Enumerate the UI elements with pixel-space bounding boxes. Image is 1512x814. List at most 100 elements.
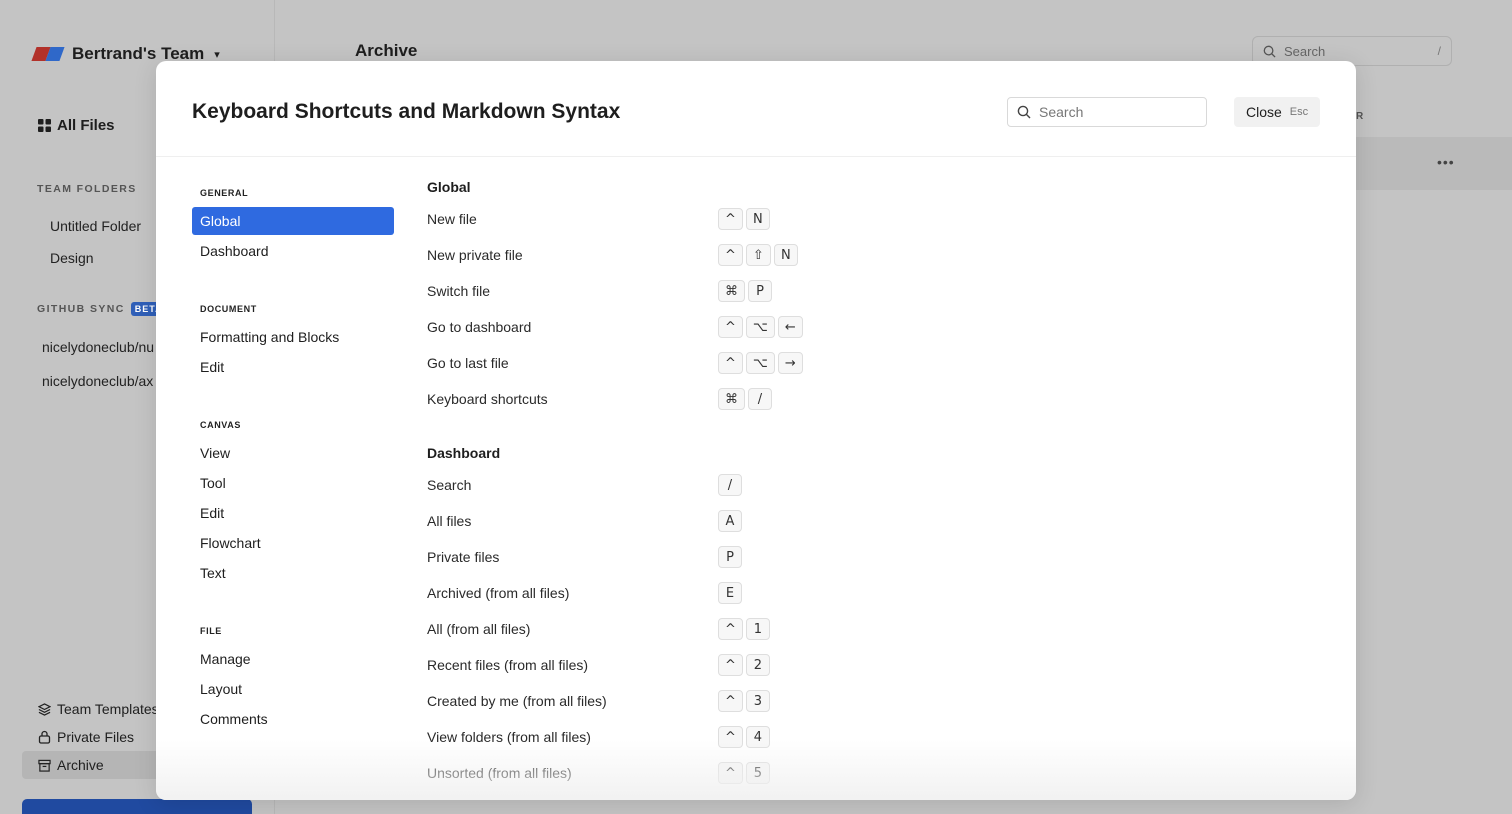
sidebar-item-label: Team Templates bbox=[57, 701, 159, 717]
sidebar-item-archive[interactable]: Archive bbox=[38, 757, 104, 773]
key-cap: ← bbox=[777, 316, 803, 338]
more-options-icon[interactable]: ••• bbox=[1437, 154, 1455, 170]
github-sync-heading: GITHUB SYNC BETA bbox=[37, 302, 167, 316]
shortcut-categories-nav: GENERAL Global Dashboard DOCUMENT Formatting… bbox=[192, 179, 394, 763]
nav-item-canvas-flowchart[interactable]: Flowchart bbox=[192, 529, 394, 557]
nav-item-file-manage[interactable]: Manage bbox=[192, 645, 394, 673]
shortcut-label: Keyboard shortcuts bbox=[427, 391, 548, 407]
lock-icon bbox=[38, 730, 51, 744]
shortcut-row: All (from all files) ^ 1 bbox=[427, 611, 1307, 647]
shortcut-row: Switch file ⌘ P bbox=[427, 273, 1307, 309]
nav-item-document-edit[interactable]: Edit bbox=[192, 353, 394, 381]
nav-item-canvas-view[interactable]: View bbox=[192, 439, 394, 467]
key-cap: 5 bbox=[745, 762, 770, 784]
shortcut-label: Switch file bbox=[427, 283, 491, 299]
section-dashboard: Dashboard Search / All files A Private files P… bbox=[427, 439, 1307, 791]
key-cap: ⌥ bbox=[745, 316, 775, 338]
shortcut-keys: A bbox=[718, 510, 742, 532]
shortcut-label: All (from all files) bbox=[427, 621, 531, 637]
key-cap: ^ bbox=[718, 316, 743, 338]
key-cap: ⌘ bbox=[718, 280, 745, 302]
sidebar-item-label: Archive bbox=[57, 757, 104, 773]
nav-group-general: GENERAL Global Dashboard bbox=[192, 179, 394, 265]
shortcut-keys: ^ 5 bbox=[718, 762, 770, 784]
shortcut-keys: ^ 4 bbox=[718, 726, 770, 748]
shortcut-keys: ^ 3 bbox=[718, 690, 770, 712]
key-cap: N bbox=[773, 244, 798, 266]
nav-item-document-formatting-and-blocks[interactable]: Formatting and Blocks bbox=[192, 323, 394, 351]
shortcut-label: Created by me (from all files) bbox=[427, 693, 607, 709]
section-title: Dashboard bbox=[427, 445, 501, 461]
shortcut-label: Recent files (from all files) bbox=[427, 657, 589, 673]
nav-item-file-comments[interactable]: Comments bbox=[192, 705, 394, 733]
file-row-highlight bbox=[1356, 137, 1512, 190]
sidebar-folder-design[interactable]: Design bbox=[50, 250, 94, 266]
section-title: Global bbox=[427, 179, 471, 195]
sidebar-item-team-templates[interactable]: Team Templates bbox=[38, 701, 159, 717]
sidebar-item-all-files[interactable]: All Files bbox=[38, 117, 115, 134]
key-cap: ⇧ bbox=[745, 244, 771, 266]
nav-item-canvas-tool[interactable]: Tool bbox=[192, 469, 394, 497]
key-cap: 4 bbox=[745, 726, 770, 748]
key-cap: N bbox=[745, 208, 770, 230]
shortcut-keys: ^ 2 bbox=[718, 654, 770, 676]
modal-search-field[interactable] bbox=[1007, 97, 1207, 127]
modal-search-input[interactable] bbox=[1039, 104, 1189, 120]
modal-header: Keyboard Shortcuts and Markdown Syntax C… bbox=[156, 61, 1356, 157]
key-cap: E bbox=[718, 582, 742, 604]
shortcut-keys: ^ ⇧ N bbox=[718, 244, 798, 266]
nav-item-file-layout[interactable]: Layout bbox=[192, 675, 394, 703]
shortcut-label: Unsorted (from all files) bbox=[427, 765, 572, 781]
shortcut-row: Go to dashboard ^ ⌥ ← bbox=[427, 309, 1307, 345]
key-cap: 2 bbox=[745, 654, 770, 676]
modal-title: Keyboard Shortcuts and Markdown Syntax bbox=[192, 100, 621, 123]
key-cap: ^ bbox=[718, 726, 743, 748]
key-cap: ^ bbox=[718, 208, 743, 230]
key-cap: ⌥ bbox=[745, 352, 775, 374]
close-button[interactable]: Close Esc bbox=[1234, 97, 1320, 127]
key-cap: ^ bbox=[718, 244, 743, 266]
shortcut-row: Unsorted (from all files) ^ 5 bbox=[427, 755, 1307, 791]
shortcut-keys: E bbox=[718, 582, 742, 604]
sidebar-repo-1[interactable]: nicelydoneclub/nu bbox=[42, 339, 154, 355]
shortcut-row: Archived (from all files) E bbox=[427, 575, 1307, 611]
nav-item-general-dashboard[interactable]: Dashboard bbox=[192, 237, 394, 265]
search-shortcut-hint: / bbox=[1437, 44, 1441, 58]
page-title: Archive bbox=[355, 41, 418, 60]
key-cap: ^ bbox=[718, 618, 743, 640]
key-cap: ⌘ bbox=[718, 388, 745, 410]
key-cap: ^ bbox=[718, 690, 743, 712]
shortcut-keys: / bbox=[718, 474, 742, 496]
nav-item-general-global[interactable]: Global bbox=[192, 207, 394, 235]
nav-group-document: DOCUMENT Formatting and Blocks Edit bbox=[192, 295, 394, 381]
shortcut-label: Private files bbox=[427, 549, 500, 565]
key-cap: ^ bbox=[718, 352, 743, 374]
key-cap: 1 bbox=[745, 618, 770, 640]
shortcut-row: New private file ^ ⇧ N bbox=[427, 237, 1307, 273]
shortcut-row: View folders (from all files) ^ 4 bbox=[427, 719, 1307, 755]
shortcut-label: Search bbox=[427, 477, 472, 493]
team-logo-icon bbox=[31, 47, 65, 61]
nav-heading: DOCUMENT bbox=[200, 304, 257, 314]
sidebar-item-label: All Files bbox=[57, 117, 115, 134]
shortcut-label: All files bbox=[427, 513, 472, 529]
shortcut-row: Created by me (from all files) ^ 3 bbox=[427, 683, 1307, 719]
sidebar-repo-2[interactable]: nicelydoneclub/ax bbox=[42, 373, 153, 389]
new-file-button[interactable] bbox=[22, 799, 252, 814]
shortcut-label: New private file bbox=[427, 247, 523, 263]
nav-item-canvas-edit[interactable]: Edit bbox=[192, 499, 394, 527]
key-cap: / bbox=[748, 388, 772, 410]
nav-heading: GENERAL bbox=[200, 188, 249, 198]
sidebar-item-private-files[interactable]: Private Files bbox=[38, 729, 134, 745]
shortcut-keys: ⌘ P bbox=[718, 280, 772, 302]
key-cap: A bbox=[718, 510, 742, 532]
nav-item-canvas-text[interactable]: Text bbox=[192, 559, 394, 587]
shortcut-row: All files A bbox=[427, 503, 1307, 539]
sidebar-folder-untitled[interactable]: Untitled Folder bbox=[50, 218, 141, 234]
shortcut-row: Private files P bbox=[427, 539, 1307, 575]
nav-group-file: FILE Manage Layout Comments bbox=[192, 617, 394, 733]
grid-icon bbox=[38, 119, 51, 132]
shortcut-keys: ^ N bbox=[718, 208, 770, 230]
column-header-fragment: R bbox=[1356, 111, 1365, 122]
key-cap: P bbox=[718, 546, 742, 568]
